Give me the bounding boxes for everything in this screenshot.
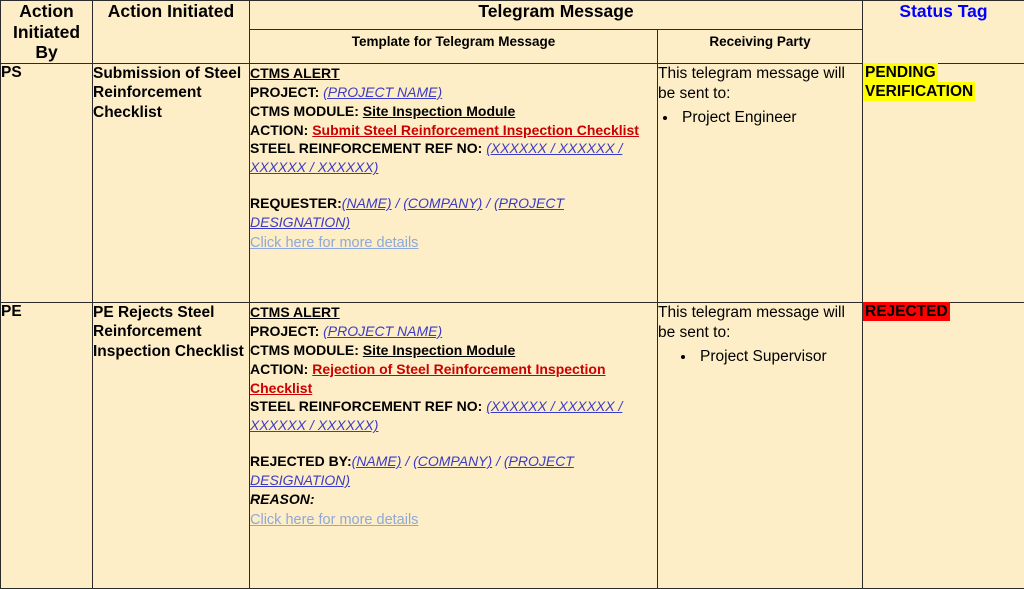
msg-ref-line: STEEL REINFORCEMENT REF NO: (XXXXXX / XX…: [250, 139, 657, 177]
header-action-initiated: Action Initiated: [93, 1, 250, 64]
header-action-initiated-by: Action Initiated By: [1, 1, 93, 64]
receiving-lead-text: This telegram message will be sent to:: [658, 64, 862, 104]
header-row-primary: Action Initiated By Action Initiated Tel…: [1, 1, 1024, 30]
more-details-link[interactable]: Click here for more details: [250, 511, 418, 531]
table-header: Action Initiated By Action Initiated Tel…: [1, 1, 1024, 64]
status-badge: PENDING VERIFICATION: [863, 63, 975, 101]
msg-spacer: [250, 177, 657, 194]
cell-receiving-party: This telegram message will be sent to: P…: [658, 63, 863, 302]
header-receiving-party: Receiving Party: [658, 30, 863, 64]
msg-action-line: ACTION: Submit Steel Reinforcement Inspe…: [250, 121, 657, 140]
header-template-for-telegram-message: Template for Telegram Message: [250, 30, 658, 64]
msg-ref-line: STEEL REINFORCEMENT REF NO: (XXXXXX / XX…: [250, 397, 657, 435]
cell-status-tag: PENDING VERIFICATION: [863, 63, 1024, 302]
cell-receiving-party: This telegram message will be sent to: P…: [658, 302, 863, 588]
status-badge: REJECTED: [863, 302, 950, 321]
msg-module-line: CTMS MODULE: Site Inspection Module: [250, 102, 657, 121]
list-item: Project Engineer: [678, 108, 862, 128]
cell-telegram-template: CTMS ALERT PROJECT: (PROJECT NAME) CTMS …: [250, 63, 658, 302]
cell-initiated-by: PE: [1, 302, 93, 588]
table-row: PS Submission of Steel Reinforcement Che…: [1, 63, 1024, 302]
msg-reason-line: REASON:: [250, 490, 657, 509]
telegram-message-matrix-table: Action Initiated By Action Initiated Tel…: [0, 0, 1024, 589]
header-status-tag: Status Tag: [863, 1, 1024, 64]
msg-requester-line: REQUESTER:(NAME) / (COMPANY) / (PROJECT …: [250, 194, 657, 232]
msg-alert-title: CTMS ALERT: [250, 303, 657, 322]
header-telegram-message: Telegram Message: [250, 1, 863, 30]
receiving-party-list: Project Engineer: [658, 108, 862, 128]
msg-project-line: PROJECT: (PROJECT NAME): [250, 322, 657, 341]
cell-action-initiated: PE Rejects Steel Reinforcement Inspectio…: [93, 302, 250, 588]
msg-alert-title: CTMS ALERT: [250, 64, 657, 83]
cell-status-tag: REJECTED: [863, 302, 1024, 588]
cell-initiated-by: PS: [1, 63, 93, 302]
telegram-message-matrix-sheet: Action Initiated By Action Initiated Tel…: [0, 0, 1024, 573]
receiving-lead-text: This telegram message will be sent to:: [658, 303, 862, 343]
msg-spacer: [250, 435, 657, 452]
table-body: PS Submission of Steel Reinforcement Che…: [1, 63, 1024, 588]
msg-rejected-by-line: REJECTED BY:(NAME) / (COMPANY) / (PROJEC…: [250, 452, 657, 490]
msg-module-line: CTMS MODULE: Site Inspection Module: [250, 341, 657, 360]
cell-telegram-template: CTMS ALERT PROJECT: (PROJECT NAME) CTMS …: [250, 302, 658, 588]
cell-action-initiated: Submission of Steel Reinforcement Checkl…: [93, 63, 250, 302]
msg-project-line: PROJECT: (PROJECT NAME): [250, 83, 657, 102]
list-item: Project Supervisor: [696, 347, 862, 367]
msg-action-line: ACTION: Rejection of Steel Reinforcement…: [250, 360, 657, 398]
more-details-link[interactable]: Click here for more details: [250, 234, 418, 254]
receiving-party-list: Project Supervisor: [658, 347, 862, 367]
table-row: PE PE Rejects Steel Reinforcement Inspec…: [1, 302, 1024, 588]
